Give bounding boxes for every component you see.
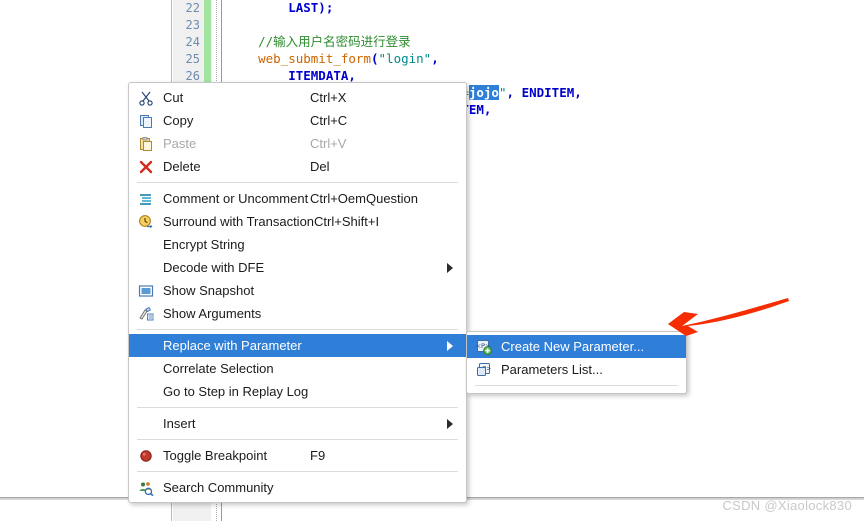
menu-item-label: Decode with DFE [163,260,265,275]
menu-item-label: Cut [163,90,184,105]
no-icon [129,412,163,435]
bottom-indent-guide [216,500,218,521]
menu-item-label: Correlate Selection [163,361,274,376]
menu-item-label: Search Community [163,480,274,495]
code-line: //输入用户名密码进行登录 [228,34,411,49]
line-number: 26 [185,69,200,83]
submenu-item-parameters-list[interactable]: <P> Parameters List... [467,358,686,381]
menu-item-label: Delete [163,159,201,174]
chevron-right-icon [442,262,466,273]
breakpoint-icon [129,444,163,467]
menu-item-correlate-selection[interactable]: Correlate Selection [129,357,466,380]
new-parameter-icon: <P> [467,335,501,358]
paste-icon [129,132,163,155]
line-number: 22 [185,1,200,15]
watermark: CSDN @Xiaolock830 [722,498,852,513]
screenshot-root: 22 23 24 25 26 27 LAST); //输入用户名密码进行登录 w… [0,0,864,521]
menu-separator [137,407,458,408]
menu-item-encrypt-string[interactable]: Encrypt String [129,233,466,256]
menu-item-toggle-breakpoint[interactable]: Toggle Breakpoint F9 [129,444,466,467]
code-line: ITEMDATA, [228,68,356,83]
parameters-list-icon: <P> [467,358,501,381]
chevron-right-icon [442,340,466,351]
menu-item-label: Insert [163,416,196,431]
snapshot-icon [129,279,163,302]
replace-with-parameter-submenu[interactable]: <P> Create New Parameter... <P> Paramete… [466,331,687,394]
menu-item-surround-with-transaction[interactable]: Surround with Transaction Ctrl+Shift+I [129,210,466,233]
menu-item-label: Show Arguments [163,306,262,321]
bottom-left-margin [0,500,172,521]
code-line: web_submit_form("login", [228,51,439,66]
menu-item-go-to-step-in-replay-log[interactable]: Go to Step in Replay Log [129,380,466,403]
menu-item-replace-with-parameter[interactable]: Replace with Parameter [129,334,466,357]
menu-item-shortcut: Ctrl+C [310,113,348,128]
submenu-separator [475,385,678,386]
menu-separator [137,182,458,183]
no-icon [129,334,163,357]
no-icon [129,256,163,279]
menu-separator [137,329,458,330]
submenu-item-create-new-parameter[interactable]: <P> Create New Parameter... [467,335,686,358]
copy-icon [129,109,163,132]
menu-item-shortcut: Del [310,159,330,174]
menu-item-show-arguments[interactable]: Show Arguments [129,302,466,325]
arguments-icon [129,302,163,325]
menu-item-show-snapshot[interactable]: Show Snapshot [129,279,466,302]
menu-item-label: Comment or Uncomment [163,191,309,206]
menu-item-paste: Paste Ctrl+V [129,132,466,155]
menu-item-shortcut: Ctrl+Shift+I [314,214,380,229]
transaction-icon [129,210,163,233]
menu-item-label: Encrypt String [163,237,245,252]
no-icon [129,380,163,403]
submenu-item-label: Parameters List... [501,362,603,377]
menu-item-label: Surround with Transaction [163,214,315,229]
menu-item-label: Replace with Parameter [163,338,302,353]
menu-item-shortcut: Ctrl+X [310,90,347,105]
submenu-item-label: Create New Parameter... [501,339,645,354]
comment-icon [129,187,163,210]
menu-item-copy[interactable]: Copy Ctrl+C [129,109,466,132]
menu-item-insert[interactable]: Insert [129,412,466,435]
code-line: LAST); [228,0,334,15]
menu-item-comment-or-uncomment[interactable]: Comment or Uncomment Ctrl+OemQuestion [129,187,466,210]
chevron-right-icon [442,418,466,429]
menu-item-label: Paste [163,136,197,151]
delete-icon [129,155,163,178]
menu-item-cut[interactable]: Cut Ctrl+X [129,86,466,109]
line-number: 24 [185,35,200,49]
no-icon [129,357,163,380]
community-icon [129,476,163,499]
menu-separator [137,439,458,440]
context-menu[interactable]: Cut Ctrl+X Copy Ctrl+C Paste Ctrl+V Dele… [128,82,467,503]
menu-item-shortcut: Ctrl+OemQuestion [310,191,419,206]
menu-item-shortcut: Ctrl+V [310,136,347,151]
menu-item-label: Go to Step in Replay Log [163,384,309,399]
bottom-gutter [173,500,211,521]
menu-item-search-community[interactable]: Search Community [129,476,466,499]
menu-item-label: Show Snapshot [163,283,255,298]
menu-item-decode-with-dfe[interactable]: Decode with DFE [129,256,466,279]
selected-text: jojo [468,85,499,100]
cut-icon [129,86,163,109]
menu-item-label: Toggle Breakpoint [163,448,268,463]
menu-item-label: Copy [163,113,194,128]
menu-item-shortcut: F9 [310,448,326,463]
menu-separator [137,471,458,472]
line-number: 23 [185,18,200,32]
menu-item-delete[interactable]: Delete Del [129,155,466,178]
line-number: 25 [185,52,200,66]
no-icon [129,233,163,256]
